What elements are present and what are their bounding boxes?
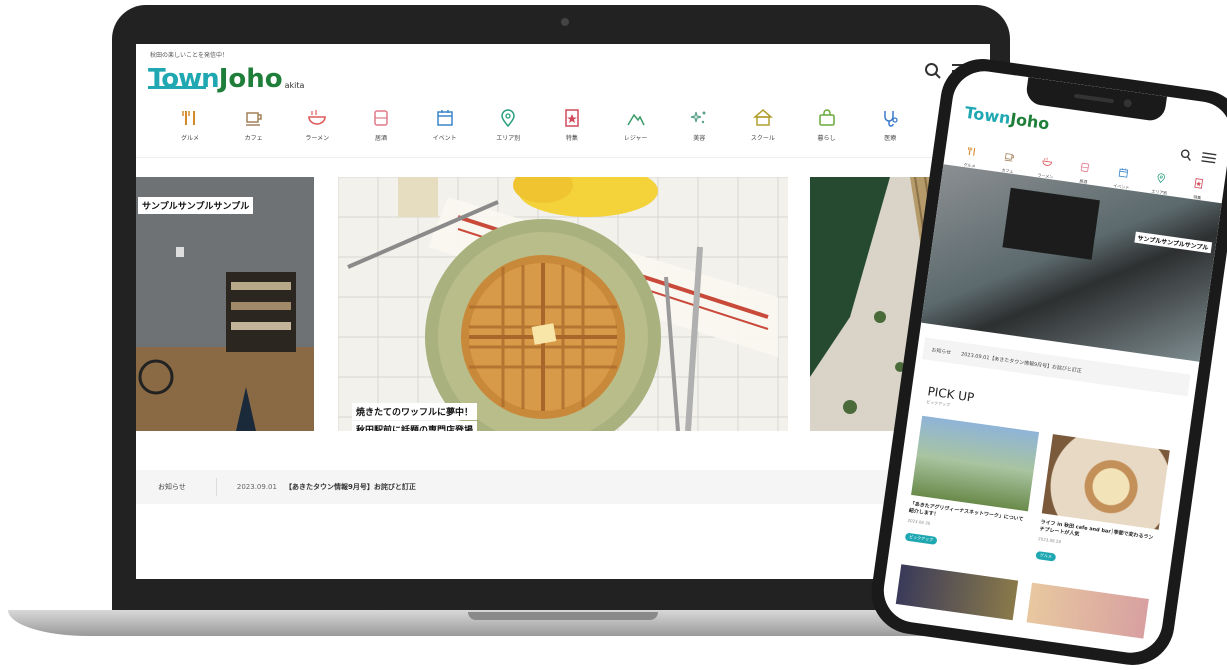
star-doc-icon [1192, 173, 1206, 193]
nav-item-label: エリア別 [496, 133, 520, 142]
logo-akita-text: akita [285, 81, 305, 90]
cafe-interior-image [136, 177, 314, 431]
fork-knife-icon [965, 141, 979, 161]
category-nav: グルメカフェラーメン居酒イベントエリア別特集レジャー美容スクール暮らし医療クルマ [162, 108, 982, 152]
pickup-card-2-tag[interactable]: グルメ [1035, 551, 1056, 562]
coffee-cup-icon [1003, 147, 1017, 167]
nav-item-label: スクール [751, 133, 775, 142]
bowl-icon [1041, 152, 1055, 172]
hero-left-caption: サンプルサンプルサンプル [138, 197, 253, 214]
phone-news-link[interactable]: 2023.09.01【あきたタウン情報9月号】お詫びと訂正 [961, 350, 1083, 374]
nav-item-7[interactable]: レジャー [608, 108, 664, 152]
map-pin-icon [1154, 168, 1168, 188]
phone-hamburger-menu-icon[interactable] [1201, 148, 1218, 169]
nav-item-9[interactable]: スクール [735, 108, 791, 152]
calendar-icon [435, 108, 455, 128]
news-bar[interactable]: お知らせ 2023.09.01 【あきたタウン情報9月号】お詫びと訂正 [136, 470, 990, 504]
waffle-image [338, 177, 788, 431]
mountain-icon [626, 108, 646, 128]
news-label: お知らせ [158, 482, 186, 492]
phone-camera [1123, 99, 1132, 108]
pickup-card-2[interactable]: ライフ in 秋田 cafe and bar│季節で変わるランチプレートが人気 … [1035, 434, 1170, 576]
hero-slide-center[interactable]: 焼きたてのワッフルに夢中！ 秋田駅前に話題の専門店登場 [338, 177, 788, 431]
nav-item-11[interactable]: 医療 [862, 108, 918, 152]
nav-item-10[interactable]: 暮らし [799, 108, 855, 152]
news-date: 2023.09.01 [237, 483, 277, 491]
nav-item-label: イベント [433, 133, 457, 142]
nav-item-5[interactable]: エリア別 [480, 108, 536, 152]
nav-item-label: 特集 [566, 133, 578, 142]
nav-item-3[interactable]: 居酒 [353, 108, 409, 152]
hero-center-caption-2: 秋田駅前に話題の専門店登場 [352, 421, 477, 431]
phone-hero-menu-board [1002, 188, 1099, 260]
nav-item-label: ラーメン [305, 133, 329, 142]
nav-divider [136, 157, 990, 158]
bowl-icon [307, 108, 327, 128]
lantern-icon [1079, 157, 1093, 177]
logo-underline [148, 86, 206, 89]
nav-item-8[interactable]: 美容 [671, 108, 727, 152]
pickup-card-2-image [1042, 434, 1170, 530]
school-house-icon [753, 108, 773, 128]
calendar-icon [1117, 163, 1131, 183]
phone-speaker [1074, 94, 1114, 104]
nav-item-label: カフェ [245, 133, 263, 142]
webcam [561, 18, 569, 26]
phone-hero-caption: サンプルサンプルサンプル [1134, 232, 1212, 254]
pickup-card-1[interactable]: 「あきたアグリヴィーナスネットワーク」について紹介します！ 2023.08.30… [905, 416, 1040, 558]
nav-item-label: 医療 [884, 133, 896, 142]
nav-item-label: 暮らし [818, 133, 836, 142]
phone-search-icon[interactable] [1179, 145, 1194, 165]
nav-item-1[interactable]: カフェ [226, 108, 282, 152]
nav-item-0[interactable]: グルメ [162, 108, 218, 152]
pickup-card-1-tag[interactable]: ピックアップ [905, 533, 938, 545]
coffee-cup-icon [244, 108, 264, 128]
stethoscope-icon [880, 108, 900, 128]
laptop-hinge-notch [468, 612, 658, 620]
nav-item-2[interactable]: ラーメン [289, 108, 345, 152]
pickup-card-3-image[interactable] [896, 564, 1018, 620]
news-link[interactable]: 【あきたタウン情報9月号】お詫びと訂正 [285, 482, 416, 492]
news-divider [216, 478, 217, 496]
phone-site-logo[interactable]: TownJoho [964, 103, 1051, 134]
logo-joho-text: Joho [219, 66, 283, 92]
nav-item-6[interactable]: 特集 [544, 108, 600, 152]
phone-news-label: お知らせ [931, 346, 952, 356]
nav-item-label: レジャー [624, 133, 648, 142]
hero-slide-left[interactable]: サンプルサンプルサンプル [136, 177, 314, 431]
nav-item-label: 居酒 [375, 133, 387, 142]
phone-logo-joho: Joho [1009, 109, 1051, 133]
pickup-card-4-image[interactable] [1026, 583, 1148, 639]
pickup-card-1-image [911, 416, 1039, 512]
map-pin-icon [498, 108, 518, 128]
bag-icon [817, 108, 837, 128]
nav-item-4[interactable]: イベント [417, 108, 473, 152]
search-icon[interactable] [924, 62, 942, 80]
star-doc-icon [562, 108, 582, 128]
lantern-icon [371, 108, 391, 128]
nav-item-label: 美容 [693, 133, 705, 142]
hero-center-caption-1: 焼きたてのワッフルに夢中！ [352, 403, 477, 420]
laptop-screen: 秋田の楽しいことを発信中！ Town Joho akita グルメカフェラーメン… [136, 44, 990, 579]
fork-knife-icon [180, 108, 200, 128]
sparkle-icon [689, 108, 709, 128]
phone-logo-town: Town [964, 103, 1012, 128]
nav-item-label: グルメ [181, 133, 199, 142]
